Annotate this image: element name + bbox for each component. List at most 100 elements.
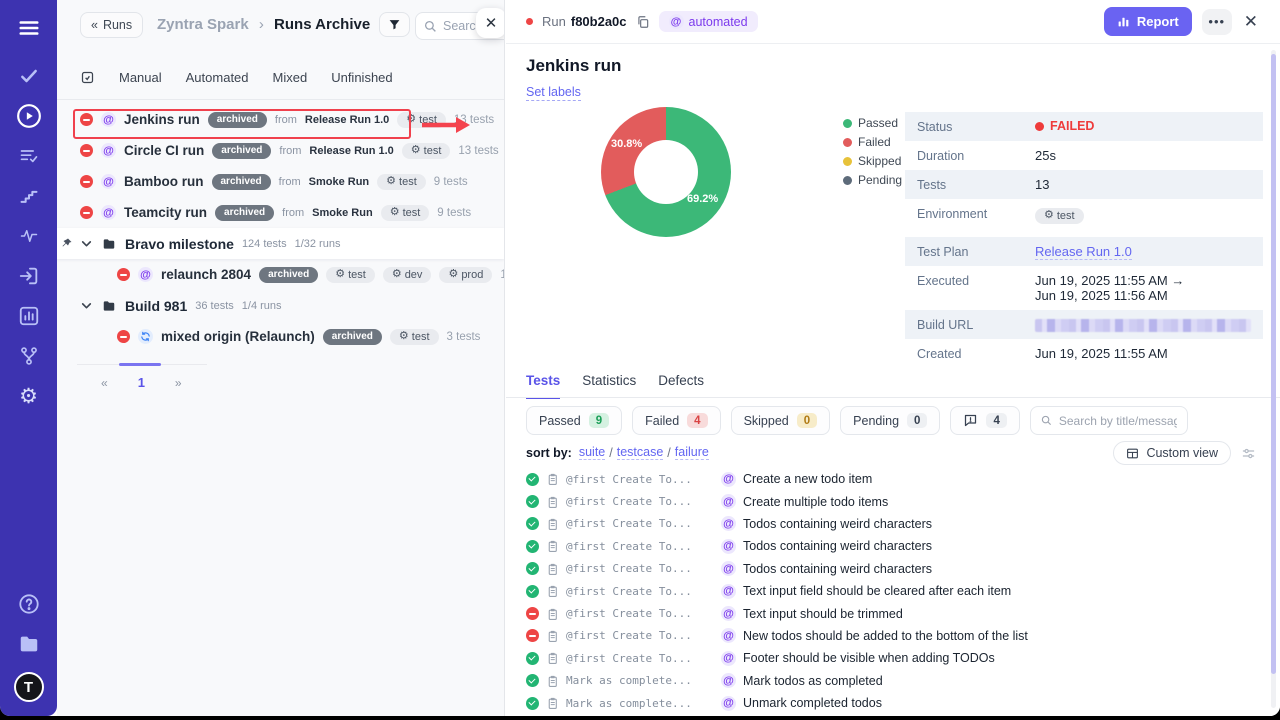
sort-by-testcase[interactable]: testcase (617, 445, 664, 460)
run-name[interactable]: Teamcity run (124, 205, 207, 220)
test-suite[interactable]: @first Create To... (566, 652, 714, 665)
tab-tests[interactable]: Tests (526, 373, 560, 399)
milestone-name[interactable]: Build 981 (125, 298, 187, 314)
nav-rail-bottom: T (0, 584, 57, 716)
filter-skipped-button[interactable]: Skipped0 (731, 406, 831, 435)
runs-tab-automated[interactable]: Automated (186, 70, 249, 85)
tab-defects[interactable]: Defects (658, 373, 704, 399)
play-circle-icon[interactable] (0, 96, 57, 136)
test-title[interactable]: Todos containing weird characters (743, 562, 932, 576)
run-name[interactable]: Bamboo run (124, 174, 204, 189)
run-name[interactable]: Circle CI run (124, 143, 204, 158)
from-plan[interactable]: Release Run 1.0 (309, 145, 393, 157)
filter-button[interactable] (379, 12, 410, 37)
from-plan[interactable]: Release Run 1.0 (305, 114, 389, 126)
runs-tab-mixed[interactable]: Mixed (273, 70, 308, 85)
env-tag-test[interactable]: ⚙test (402, 143, 451, 159)
legend-item-skipped[interactable]: Skipped (843, 154, 902, 168)
folder-icon[interactable] (0, 624, 57, 664)
sliders-icon[interactable] (1241, 446, 1256, 461)
filter-passed-button[interactable]: Passed9 (526, 406, 622, 435)
scrollbar-track[interactable] (1271, 50, 1276, 708)
test-plan-link[interactable]: Release Run 1.0 (1035, 244, 1132, 260)
report-button[interactable]: Report (1104, 7, 1192, 36)
test-suite[interactable]: @first Create To... (566, 495, 714, 508)
gear-icon[interactable]: ⚙ (0, 376, 57, 416)
legend-item-pending[interactable]: Pending (843, 173, 902, 187)
sort-by-suite[interactable]: suite (579, 445, 605, 460)
chevron-down-icon[interactable] (80, 237, 93, 250)
set-labels-link[interactable]: Set labels (526, 85, 581, 101)
env-tag-prod[interactable]: ⚙prod (439, 267, 492, 283)
help-icon[interactable] (0, 584, 57, 624)
pagination-prev-button[interactable]: « (101, 376, 108, 390)
run-name[interactable]: Jenkins run (124, 112, 200, 127)
pagination-page-1[interactable]: 1 (138, 375, 145, 390)
test-title[interactable]: Todos containing weird characters (743, 539, 932, 553)
sort-by-failure[interactable]: failure (675, 445, 709, 460)
test-title[interactable]: Unmark completed todos (743, 696, 882, 710)
run-name[interactable]: mixed origin (Relaunch) (161, 329, 315, 344)
runs-tab-manual[interactable]: Manual (119, 70, 162, 85)
custom-view-button[interactable]: Custom view (1113, 441, 1231, 465)
test-suite[interactable]: Mark as complete... (566, 697, 714, 710)
test-title[interactable]: Mark todos as completed (743, 674, 883, 688)
legend-item-passed[interactable]: Passed (843, 116, 902, 130)
import-icon[interactable] (0, 256, 57, 296)
milestone-name[interactable]: Bravo milestone (125, 236, 234, 252)
test-suite[interactable]: @first Create To... (566, 562, 714, 575)
pagination-next-button[interactable]: » (175, 376, 182, 390)
test-suite[interactable]: Mark as complete... (566, 674, 714, 687)
test-suite[interactable]: @first Create To... (566, 517, 714, 530)
chevron-down-icon[interactable] (80, 299, 93, 312)
env-tag-test[interactable]: ⚙test (326, 267, 375, 283)
test-suite[interactable]: @first Create To... (566, 629, 714, 642)
check-icon[interactable] (0, 56, 57, 96)
runs-tab-unfinished[interactable]: Unfinished (331, 70, 392, 85)
test-title[interactable]: Text input field should be cleared after… (743, 584, 1011, 598)
branch-icon[interactable] (0, 336, 57, 376)
filter-comments-button[interactable]: 4 (950, 406, 1019, 435)
select-all-icon[interactable] (80, 70, 95, 85)
env-tag-test[interactable]: ⚙test (377, 174, 426, 190)
test-title[interactable]: Todos containing weird characters (743, 517, 932, 531)
from-plan[interactable]: Smoke Run (309, 176, 370, 188)
panel-close-button[interactable]: ✕ (476, 8, 505, 38)
test-title[interactable]: New todos should be added to the bottom … (743, 629, 1028, 643)
env-tag-test[interactable]: ⚙test (397, 112, 446, 128)
env-tag-dev[interactable]: ⚙dev (383, 267, 432, 283)
test-suite[interactable]: @first Create To... (566, 540, 714, 553)
tab-statistics[interactable]: Statistics (582, 373, 636, 399)
scrollbar-thumb[interactable] (1271, 54, 1276, 674)
analytics-icon[interactable] (0, 296, 57, 336)
more-actions-button[interactable]: ••• (1202, 9, 1232, 35)
activity-icon[interactable] (0, 216, 57, 256)
legend-item-failed[interactable]: Failed (843, 135, 902, 149)
run-name[interactable]: relaunch 2804 (161, 267, 251, 282)
tests-search-input[interactable] (1059, 414, 1177, 428)
gear-icon: ⚙ (335, 269, 345, 280)
user-avatar[interactable]: T (14, 672, 44, 702)
back-to-runs-button[interactable]: « Runs (80, 12, 143, 38)
test-title[interactable]: Create a new todo item (743, 472, 872, 486)
list-check-icon[interactable] (0, 136, 57, 176)
test-suite[interactable]: @first Create To... (566, 585, 714, 598)
test-title[interactable]: Text input should be trimmed (743, 607, 903, 621)
test-title[interactable]: Footer should be visible when adding TOD… (743, 651, 995, 665)
copy-run-id-button[interactable] (636, 15, 650, 29)
steps-icon[interactable] (0, 176, 57, 216)
menu-icon[interactable] (0, 0, 57, 56)
automated-badge[interactable]: @ automated (659, 11, 758, 32)
tests-search[interactable] (1030, 406, 1188, 435)
env-tag-test[interactable]: ⚙test (381, 205, 430, 221)
breadcrumb-project[interactable]: Zyntra Spark (157, 16, 249, 33)
detail-close-button[interactable]: ✕ (1242, 12, 1260, 32)
filter-pending-button[interactable]: Pending0 (840, 406, 940, 435)
from-plan[interactable]: Smoke Run (312, 207, 373, 219)
env-tag-test[interactable]: ⚙test (1035, 208, 1084, 224)
test-suite[interactable]: @first Create To... (566, 473, 714, 486)
filter-failed-button[interactable]: Failed4 (632, 406, 720, 435)
test-title[interactable]: Create multiple todo items (743, 495, 888, 509)
test-suite[interactable]: @first Create To... (566, 607, 714, 620)
env-tag-test[interactable]: ⚙test (390, 329, 439, 345)
